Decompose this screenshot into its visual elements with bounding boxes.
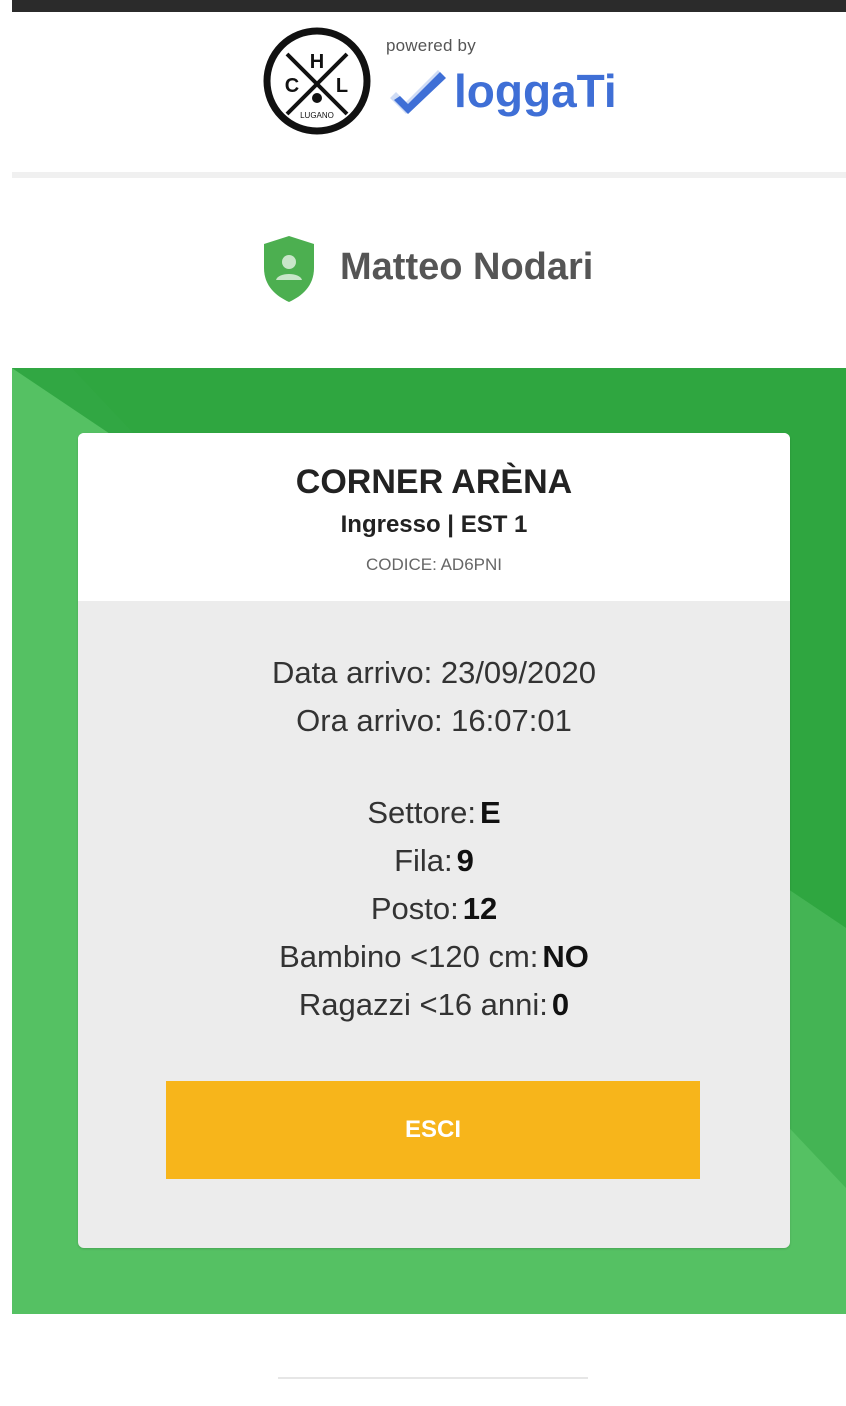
sector-label: Settore: [367,795,476,830]
row-label: Fila: [394,843,453,878]
exit-button[interactable]: ESCI [166,1081,700,1179]
arrival-date: Data arrivo: 23/09/2020 [272,655,596,690]
loggati-brand-name: loggaTi [454,65,617,117]
row-value: 9 [456,843,474,878]
kids-value: 0 [551,987,570,1022]
footer-divider [278,1377,588,1379]
kids-label: Ragazzi <16 anni: [298,987,548,1022]
entrance-label: Ingresso | EST 1 [340,511,528,538]
ticket-card-header: CORNER ARÈNA Ingresso | EST 1 CODICE: AD… [78,433,790,601]
seat-label: Posto: [370,891,459,926]
loggati-check-icon [390,70,446,114]
hcl-letter-l: L [336,75,348,97]
user-row: Matteo Nodari [0,230,846,310]
seat-row: Posto: 12 [78,885,790,933]
row-row: Fila: 9 [78,837,790,885]
shield-user-icon [264,236,314,302]
sector-row: Settore: E [78,789,790,837]
header-divider [12,172,846,178]
ticket-details: Data arrivo: 23/09/2020 Ora arrivo: 16:0… [78,649,790,1029]
hcl-letter-h: H [310,51,324,73]
top-bar [12,0,846,12]
hcl-letter-c: C [285,75,299,97]
user-name: Matteo Nodari [340,246,594,288]
venue-name: CORNER ARÈNA [295,463,573,501]
child-row: Bambino <120 cm: NO [78,933,790,981]
hcl-logo-caption: LUGANO [300,111,334,120]
child-value: NO [542,939,589,974]
powered-by-label: powered by [386,36,476,55]
seat-value: 12 [462,891,498,926]
kids-row: Ragazzi <16 anni: 0 [78,981,790,1029]
ticket-card: CORNER ARÈNA Ingresso | EST 1 CODICE: AD… [78,433,790,1248]
ticket-code: CODICE: AD6PNI [365,555,503,574]
arrival-time: Ora arrivo: 16:07:01 [296,703,572,738]
sector-value: E [479,795,501,830]
brand-logos: H C L LUGANO powered by loggaTi [262,26,617,136]
child-label: Bambino <120 cm: [279,939,539,974]
hcl-lugano-logo: H C L LUGANO [263,27,371,135]
